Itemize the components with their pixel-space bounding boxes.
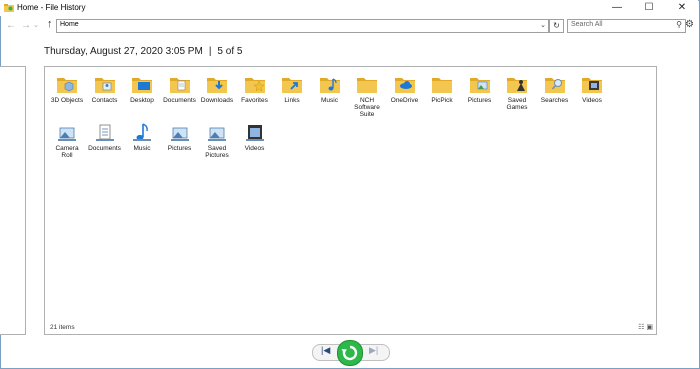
folder-links-icon [282, 78, 302, 93]
folder-onedrive-icon [394, 78, 415, 93]
file-item-label: Saved Games [506, 97, 528, 111]
file-item-label: Downloads [200, 97, 234, 104]
folder-videos-icon [582, 78, 602, 93]
file-item-label: Pictures [167, 145, 192, 152]
file-item[interactable]: Documents [162, 73, 198, 104]
previous-version-button[interactable]: |◀ [321, 345, 330, 356]
library-camera-roll-icon [58, 127, 76, 141]
library-pictures-icon [170, 127, 189, 141]
folder-documents-icon [169, 78, 190, 93]
minimize-button[interactable]: — [601, 0, 633, 16]
library-saved-pictures-icon [208, 127, 226, 141]
folder-favorites-icon [244, 78, 265, 93]
file-item[interactable]: Camera Roll [49, 121, 85, 159]
folder-icon [357, 78, 377, 93]
file-item[interactable]: Contacts [87, 73, 123, 104]
library-documents-icon [95, 124, 114, 141]
search-placeholder: Search All [571, 21, 603, 28]
file-item-label: Videos [582, 97, 602, 104]
file-item-label: Links [284, 97, 300, 104]
maximize-button[interactable]: ☐ [633, 0, 665, 16]
file-item-label: Desktop [130, 97, 154, 104]
previous-snapshot-pane[interactable] [0, 66, 26, 335]
forward-arrow-icon[interactable]: → [21, 20, 31, 31]
settings-gear-icon[interactable]: ⚙ [685, 19, 694, 30]
snapshot-heading: Thursday, August 27, 2020 3:05 PM | 5 of 5 [44, 46, 242, 57]
file-item[interactable]: 3D Objects [49, 73, 85, 104]
view-buttons: ☷ ▣ [636, 323, 653, 331]
library-music-icon [133, 123, 151, 141]
file-item-label: Documents [88, 145, 121, 152]
file-item[interactable]: Documents [87, 121, 123, 152]
file-item-label: Camera Roll [55, 145, 79, 159]
file-item[interactable]: NCH Software Suite [349, 73, 385, 118]
file-history-app-icon [4, 4, 14, 12]
file-item[interactable]: Searches [537, 73, 573, 104]
folder-downloads-icon [207, 78, 227, 93]
details-view-icon[interactable]: ☷ [638, 324, 644, 331]
snapshot-date: Thursday, August 27, 2020 3:05 PM [44, 46, 203, 57]
restore-button[interactable] [337, 340, 363, 366]
file-item-label: OneDrive [390, 97, 419, 104]
next-version-button[interactable]: ▶| [369, 345, 378, 356]
file-item-label: Contacts [91, 97, 118, 104]
file-item[interactable]: PicPick [424, 73, 460, 104]
file-item-label: Music [133, 145, 151, 152]
recent-locations-chevron-icon[interactable]: ⌄ [33, 21, 39, 29]
address-bar[interactable]: Home ⌄ [56, 19, 549, 33]
folder-contacts-icon [94, 78, 115, 93]
folder-icon [432, 78, 452, 93]
folder-pictures-icon [469, 78, 490, 93]
file-item[interactable]: Favorites [237, 73, 273, 104]
file-list-pane: 3D Objects Contacts Desktop Documents Downlo… [44, 66, 657, 335]
window-title: Home - File History [17, 3, 86, 12]
file-item[interactable]: Pictures [162, 121, 198, 152]
folder-searches-icon [544, 78, 565, 93]
snapshot-separator: | [208, 46, 212, 57]
file-item-label: Videos [244, 145, 265, 152]
file-item[interactable]: Desktop [124, 73, 160, 104]
large-icons-view-icon[interactable]: ▣ [646, 324, 653, 331]
file-item-label: NCH Software Suite [354, 97, 380, 118]
library-videos-icon [245, 125, 264, 141]
file-item-label: 3D Objects [50, 97, 84, 104]
address-dropdown-icon[interactable]: ⌄ [540, 21, 546, 29]
file-item[interactable]: Saved Pictures [199, 121, 235, 159]
file-item-label: Searches [540, 97, 569, 104]
restore-icon [341, 345, 358, 361]
file-item-label: Music [321, 97, 338, 104]
file-item[interactable]: Pictures [462, 73, 498, 104]
file-item-label: Documents [163, 97, 196, 104]
file-item[interactable]: Videos [237, 121, 273, 152]
up-arrow-icon[interactable]: ↑ [47, 18, 53, 30]
file-item-label: Pictures [467, 97, 492, 104]
folder-desktop-icon [132, 78, 152, 93]
snapshot-position: 5 of 5 [217, 46, 243, 57]
back-arrow-icon[interactable]: ← [6, 20, 16, 31]
file-item[interactable]: Saved Games [499, 73, 535, 111]
file-item[interactable]: OneDrive [387, 73, 423, 104]
folder-saved-games-icon [507, 78, 527, 93]
address-text: Home [60, 21, 79, 28]
folder-3d-objects-icon [57, 78, 77, 93]
file-item-label: Saved Pictures [205, 145, 229, 159]
folder-music-icon [319, 78, 340, 93]
file-item[interactable]: Music [124, 121, 160, 152]
file-item[interactable]: Music [312, 73, 348, 104]
refresh-button[interactable]: ↻ [549, 19, 564, 33]
close-button[interactable]: ✕ [666, 0, 698, 16]
file-item[interactable]: Downloads [199, 73, 235, 104]
title-bar: Home - File History — ☐ ✕ [0, 0, 698, 16]
file-item-label: Favorites [241, 97, 268, 104]
file-item-label: PicPick [431, 97, 453, 104]
search-input[interactable]: Search All ⚲ [567, 19, 686, 33]
item-count: 21 items [50, 324, 75, 331]
file-item[interactable]: Videos [574, 73, 610, 104]
file-item[interactable]: Links [274, 73, 310, 104]
search-icon: ⚲ [676, 20, 682, 29]
